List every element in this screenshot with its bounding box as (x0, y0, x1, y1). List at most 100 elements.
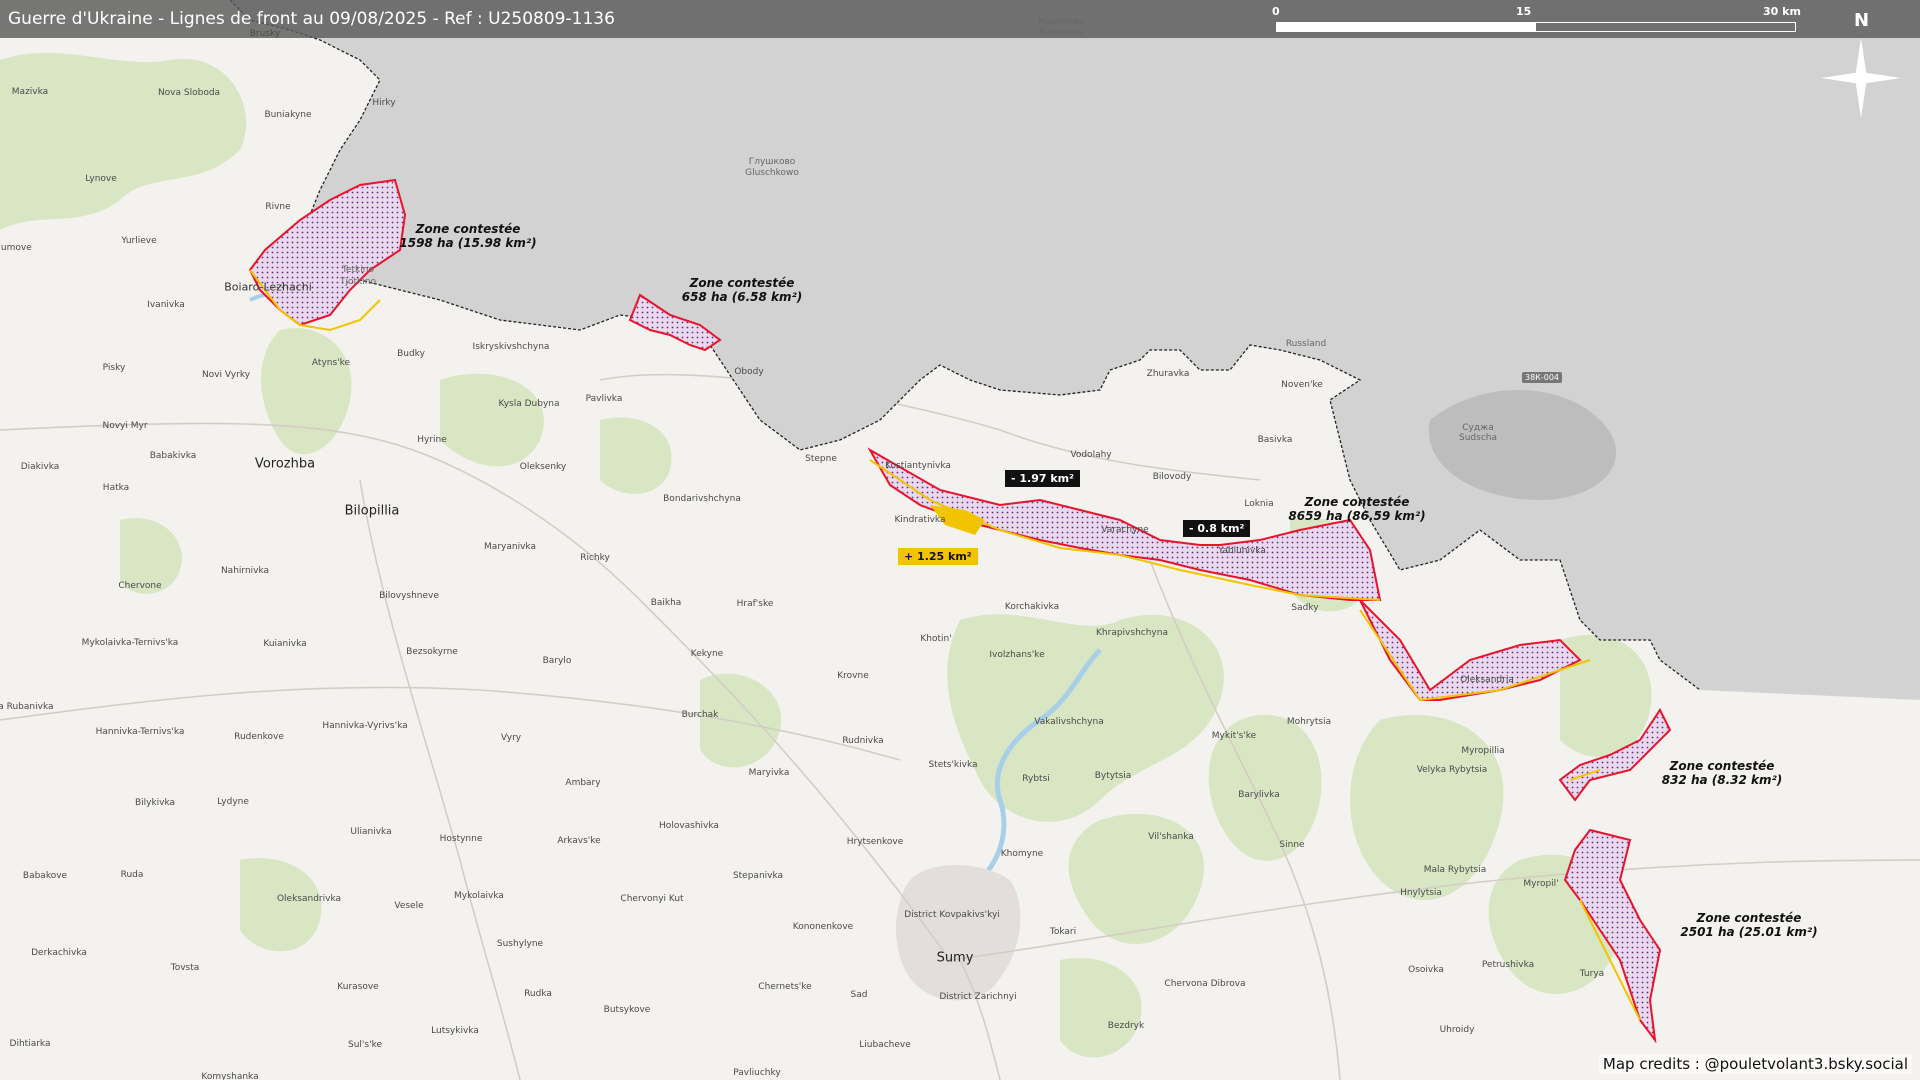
scale-tick-0: 0 (1272, 5, 1280, 18)
place-label: Pavliuchky (733, 1068, 781, 1078)
place-label: Arkavs'ke (557, 836, 601, 846)
place-label: Babakove (22, 871, 68, 881)
place-label: Chervone (118, 581, 162, 591)
place-label: Ruda (120, 870, 144, 880)
place-label: Burchak (681, 710, 719, 720)
place-label: Суджа (1462, 423, 1494, 433)
place-label: Oleksandrivka (276, 894, 342, 904)
place-label: Osoivka (1408, 965, 1444, 975)
place-label: Uhroidy (1439, 1025, 1475, 1035)
place-label: Noven'ke (1281, 380, 1323, 390)
place-label: Bilykivka (134, 798, 176, 808)
place-label: Richky (580, 553, 610, 563)
zone-title: Zone contestée (689, 276, 795, 290)
place-label: Kostiantynivka (885, 461, 951, 471)
place-label: Derkachivka (31, 948, 87, 958)
place-label: Stepanivka (732, 871, 784, 881)
place-label: Kurasove (337, 982, 379, 992)
place-label: Diakivka (20, 462, 60, 472)
place-label: Oleksandria (1460, 675, 1514, 685)
place-label: Dihtiarka (9, 1039, 51, 1049)
place-label: Hannivka-Vyrivs'ka (322, 721, 408, 731)
place-label: Chervonyi Kut (620, 894, 684, 904)
change-badge-loss-1: - 1.97 km² (1005, 470, 1080, 487)
place-label: Maryanivka (484, 542, 536, 552)
place-label: Komyshanka (201, 1072, 259, 1080)
place-label: Lynove (85, 174, 117, 184)
place-label: Kononenkove (792, 922, 854, 932)
place-label: Gluschkowo (745, 168, 799, 178)
place-label: Rudka (524, 989, 552, 999)
place-label: Vyry (500, 733, 522, 743)
place-label: Hnylytsia (1400, 888, 1442, 898)
place-label: Boiaro-Lezhachi (224, 280, 312, 294)
place-label: Tjotkino (340, 277, 376, 287)
place-label: Tokari (1049, 927, 1077, 937)
place-label: Kuianivka (263, 639, 307, 649)
place-label: Stepne (805, 454, 837, 464)
place-label: Novyi Myr (102, 421, 148, 431)
place-label: Zhuravka (1146, 369, 1190, 379)
place-label: Budky (397, 349, 425, 359)
place-label: Bezsokyrne (406, 647, 458, 657)
map-credits: Map credits : @pouletvolant3.bsky.social (1598, 1054, 1912, 1074)
place-label: Russland (1285, 339, 1327, 349)
place-label: Chernets'ke (758, 982, 812, 992)
place-label: Tetkino (342, 265, 374, 275)
place-label: Ivolzhans'ke (989, 650, 1045, 660)
place-label: Liubacheve (859, 1040, 911, 1050)
place-label: Novi Vyrky (201, 370, 251, 380)
place-label: District Kovpakivs'kyi (904, 910, 1000, 920)
place-label: Obody (734, 367, 764, 377)
road-badge: 38К-004 (1522, 372, 1563, 383)
place-label: Turya (1579, 969, 1605, 979)
place-label: Yurlieve (121, 236, 157, 246)
place-label: Vesele (394, 901, 424, 911)
place-label: Rudnivka (842, 736, 884, 746)
place-label: Hyrine (417, 435, 447, 445)
zone-label-2501: Zone contestée 2501 ha (25.01 km²) (1680, 911, 1817, 939)
scale-tick-15: 15 (1516, 5, 1532, 18)
place-label: Mykolaivka-Ternivs'ka (81, 638, 179, 648)
place-label: Hirky (372, 98, 396, 108)
zone-label-658: Zone contestée 658 ha (6.58 km²) (682, 276, 803, 304)
place-label: Sudscha (1459, 433, 1497, 443)
place-label: Sul's'ke (348, 1040, 382, 1050)
place-label: Krovne (837, 671, 869, 681)
place-label: Butsykove (603, 1005, 651, 1015)
place-label: Iskryskivshchyna (472, 342, 550, 352)
map-title: Guerre d'Ukraine - Lignes de front au 09… (8, 9, 615, 29)
place-label: Kekyne (690, 649, 724, 659)
place-label: Nova Sloboda (157, 88, 221, 98)
place-label: Pavlivka (585, 394, 623, 404)
place-label: Bytytsia (1094, 771, 1132, 781)
place-label: Loknia (1244, 499, 1274, 509)
place-label: Mykolaivka (454, 891, 504, 901)
place-label: Bondarivshchyna (663, 494, 741, 504)
place-label: Mala Rybytsia (1423, 865, 1487, 875)
zone-area: 2501 ha (25.01 km²) (1680, 925, 1818, 939)
place-label: Basivka (1257, 435, 1293, 445)
place-label: District Zarichnyi (939, 992, 1017, 1002)
place-label: Rudenkove (234, 732, 284, 742)
place-label: Bilovody (1152, 472, 1192, 482)
place-label: Hraf'ske (736, 599, 774, 609)
place-label: Hatka (102, 483, 130, 493)
place-label: Pisky (102, 363, 126, 373)
place-label: Sadky (1291, 603, 1319, 613)
place-label: Rybtsi (1022, 774, 1050, 784)
place-label: Mykit's'ke (1211, 731, 1257, 741)
zone-title: Zone contestée (1696, 911, 1802, 925)
place-label: Ivanivka (147, 300, 185, 310)
place-label: Myropil' (1523, 879, 1559, 889)
change-badge-loss-2: - 0.8 km² (1183, 520, 1251, 537)
place-label: Kysla Dubyna (498, 399, 560, 409)
place-label: Korchakivka (1004, 602, 1060, 612)
zone-title: Zone contestée (415, 222, 521, 236)
map-view[interactable]: Guerre d'Ukraine - Lignes de front au 09… (0, 0, 1920, 1080)
place-label: Oleksenky (519, 462, 567, 472)
place-label: Bilovyshneve (379, 591, 439, 601)
place-label: Vil'shanka (1148, 832, 1194, 842)
place-label: Tovsta (170, 963, 200, 973)
place-label: Babakivka (149, 451, 197, 461)
